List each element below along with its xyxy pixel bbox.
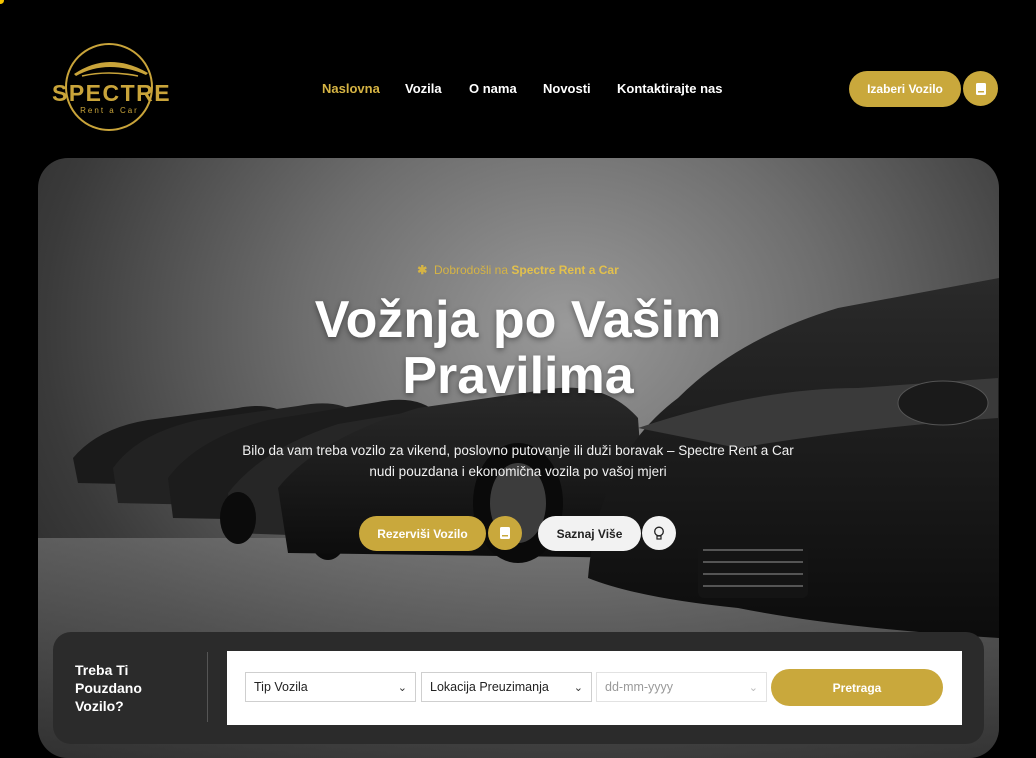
lightbulb-icon[interactable] — [642, 516, 676, 550]
divider — [207, 652, 208, 722]
nav-item-o-nama[interactable]: O nama — [469, 81, 517, 96]
nav-item-naslovna[interactable]: Naslovna — [322, 81, 380, 96]
welcome-brand: Spectre Rent a Car — [511, 263, 619, 277]
chevron-down-icon: ⌄ — [573, 681, 583, 694]
learn-more-button[interactable]: Saznaj Više — [538, 516, 641, 551]
hero-title: Vožnja po Vašim Pravilima — [0, 292, 1036, 404]
hero-title-line2: Pravilima — [402, 347, 634, 405]
pickup-location-value: Lokacija Preuzimanja — [430, 680, 549, 694]
hero-description-line1: Bilo da vam treba vozilo za vikend, posl… — [242, 443, 794, 458]
pickup-location-select[interactable]: Lokacija Preuzimanja ⌄ — [421, 672, 592, 702]
brand-tagline: Rent a Car — [80, 106, 139, 115]
book-icon[interactable] — [963, 71, 998, 106]
search-button[interactable]: Pretraga — [771, 669, 943, 706]
brand-logo[interactable]: SPECTRE Rent a Car — [52, 40, 172, 134]
vehicle-type-select[interactable]: Tip Vozila ⌄ — [245, 672, 416, 702]
book-icon[interactable] — [488, 516, 522, 550]
vehicle-type-value: Tip Vozila — [254, 680, 308, 694]
corner-dot — [0, 0, 4, 4]
welcome-prefix: Dobrodošli na — [433, 263, 509, 277]
search-title: Treba Ti Pouzdano Vozilo? — [75, 662, 142, 714]
reserve-vehicle-button[interactable]: Rezerviši Vozilo — [359, 516, 486, 551]
asterisk-icon: ✱ — [417, 263, 428, 277]
hero-description-line2: nudi pouzdana i ekonomična vozila po vaš… — [369, 464, 667, 479]
nav-item-kontakt[interactable]: Kontaktirajte nas — [617, 81, 722, 96]
date-input[interactable]: dd-mm-yyyy ⌄ — [596, 672, 767, 702]
date-placeholder: dd-mm-yyyy — [605, 680, 674, 694]
welcome-line: ✱ Dobrodošli na Spectre Rent a Car — [0, 263, 1036, 277]
hero-description: Bilo da vam treba vozilo za vikend, posl… — [240, 440, 796, 482]
chevron-down-icon: ⌄ — [397, 681, 407, 694]
nav-item-novosti[interactable]: Novosti — [543, 81, 591, 96]
chevron-down-icon: ⌄ — [748, 681, 758, 694]
brand-name: SPECTRE — [52, 80, 172, 106]
hero-title-line1: Vožnja po Vašim — [314, 291, 722, 349]
nav-item-vozila[interactable]: Vozila — [405, 81, 442, 96]
choose-vehicle-button[interactable]: Izaberi Vozilo — [849, 71, 961, 107]
